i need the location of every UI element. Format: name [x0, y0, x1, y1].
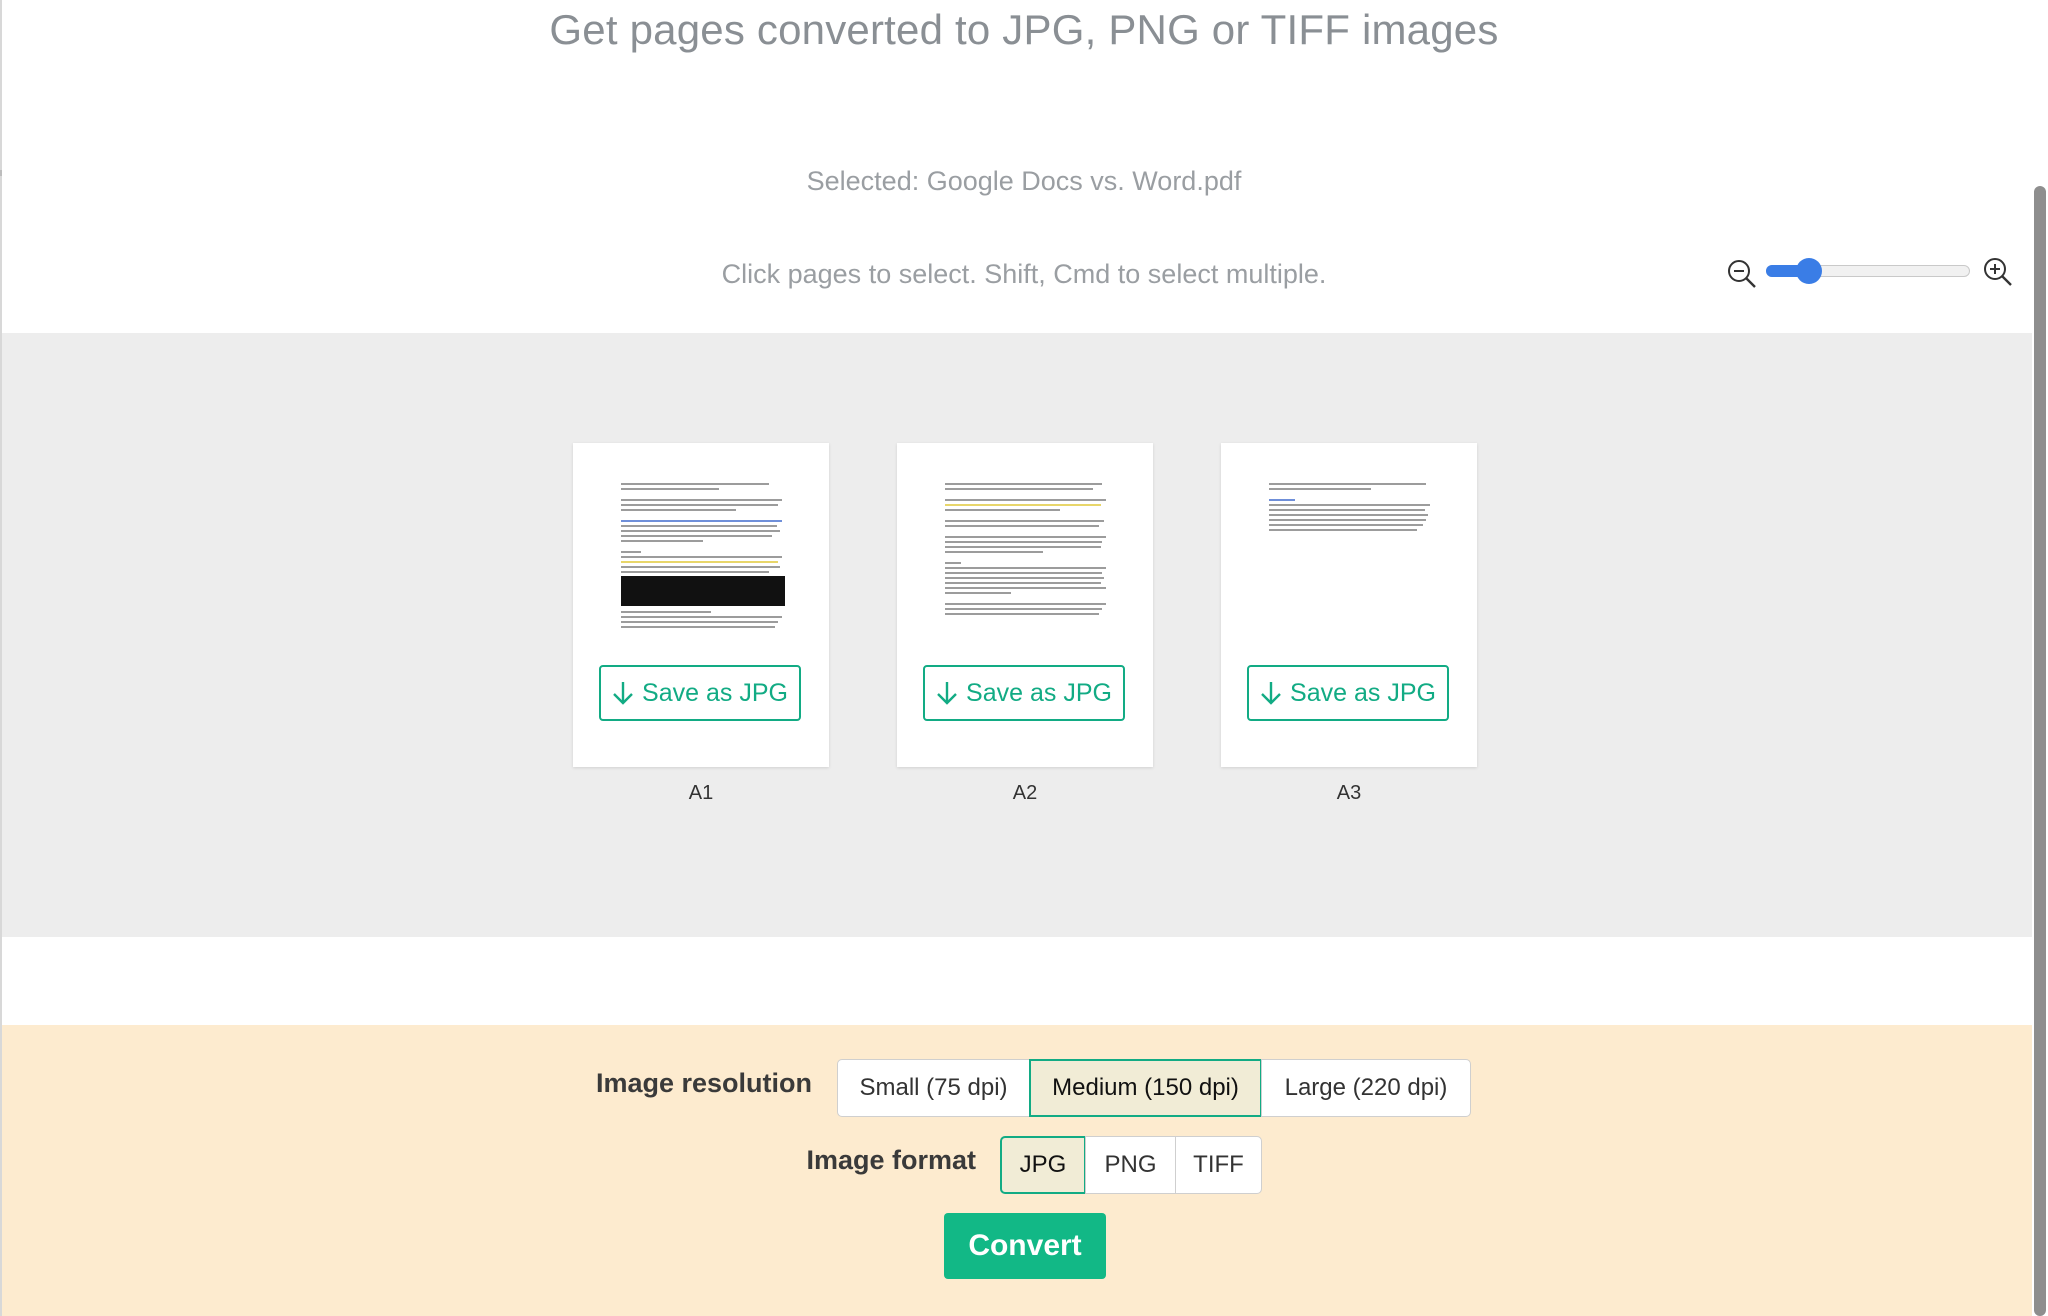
save-button-label: Save as JPG — [966, 678, 1112, 707]
selected-file-text: Selected: Google Docs vs. Word.pdf — [806, 166, 1242, 196]
page-thumbnail-a1[interactable]: Save as JPG — [573, 443, 829, 767]
zoom-in-button[interactable] — [1982, 256, 2014, 288]
resolution-option-large[interactable]: Large (220 dpi) — [1261, 1059, 1471, 1117]
page-preview — [621, 483, 785, 658]
convert-button[interactable]: Convert — [944, 1213, 1106, 1279]
page-label: A3 — [1336, 782, 1362, 804]
resolution-option-medium[interactable]: Medium (150 dpi) — [1029, 1059, 1262, 1117]
zoom-out-button[interactable] — [1726, 258, 1758, 290]
zoom-slider[interactable] — [1766, 258, 1970, 284]
format-option-png[interactable]: PNG — [1085, 1136, 1176, 1194]
image-resolution-label: Image resolution — [595, 1068, 812, 1098]
image-format-label: Image format — [806, 1145, 976, 1175]
page-thumbnail-a2[interactable]: Save as JPG — [897, 443, 1153, 767]
download-arrow-icon — [937, 682, 957, 705]
page-thumbnail-a3[interactable]: Save as JPG — [1221, 443, 1477, 767]
zoom-out-icon — [1728, 260, 1756, 288]
save-button-label: Save as JPG — [1290, 678, 1436, 707]
page-label: A2 — [1012, 782, 1038, 804]
save-as-jpg-button[interactable]: Save as JPG — [599, 665, 801, 721]
save-button-label: Save as JPG — [642, 678, 788, 707]
page-preview — [945, 483, 1109, 658]
zoom-in-icon — [1984, 258, 2012, 286]
format-option-jpg[interactable]: JPG — [1000, 1136, 1086, 1194]
save-as-jpg-button[interactable]: Save as JPG — [923, 665, 1125, 721]
zoom-slider-thumb[interactable] — [1795, 258, 1822, 284]
format-selector: JPG PNG TIFF — [1000, 1136, 1262, 1194]
page-scrollbar[interactable] — [2034, 186, 2046, 1316]
page-label: A1 — [688, 782, 714, 804]
format-option-tiff[interactable]: TIFF — [1175, 1136, 1262, 1194]
resolution-selector: Small (75 dpi) Medium (150 dpi) Large (2… — [837, 1059, 1471, 1117]
save-as-jpg-button[interactable]: Save as JPG — [1247, 665, 1449, 721]
page-title: Get pages converted to JPG, PNG or TIFF … — [549, 6, 1499, 53]
resolution-option-small[interactable]: Small (75 dpi) — [837, 1059, 1030, 1117]
download-arrow-icon — [1261, 682, 1281, 705]
page-preview — [1269, 483, 1433, 658]
download-arrow-icon — [613, 682, 633, 705]
